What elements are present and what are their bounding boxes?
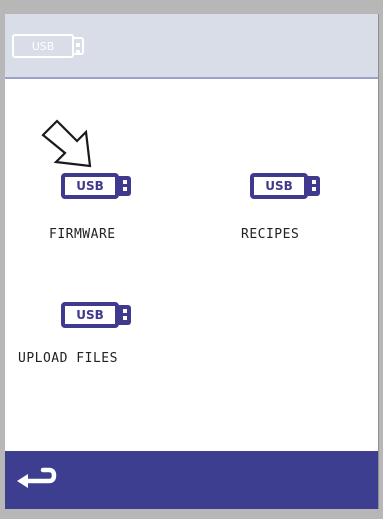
pointer-arrow-icon xyxy=(41,119,92,168)
recipes-label: RECIPES xyxy=(241,227,300,242)
usb-plug-icon xyxy=(119,305,131,325)
back-arrow-icon[interactable] xyxy=(13,464,57,494)
footer-bar xyxy=(5,451,378,509)
firmware-label: FIRMWARE xyxy=(49,227,116,242)
usb-plug-icon xyxy=(74,37,84,55)
usb-label: USB xyxy=(61,302,119,328)
usb-plug-icon xyxy=(308,176,320,196)
usb-drive-icon: USB xyxy=(61,302,131,328)
usb-drive-icon: USB xyxy=(250,173,320,199)
usb-label: USB xyxy=(250,173,308,199)
header-bar: USB xyxy=(5,14,378,79)
upload-files-label: UPLOAD FILES xyxy=(18,351,118,366)
usb-plug-icon xyxy=(119,176,131,196)
device-frame: USB USB FIRMWARE USB RECIPES USB UPLOAD … xyxy=(0,0,383,519)
usb-drive-icon: USB xyxy=(12,34,84,58)
screen: USB USB FIRMWARE USB RECIPES USB UPLOAD … xyxy=(5,14,379,509)
usb-label: USB xyxy=(12,34,74,58)
